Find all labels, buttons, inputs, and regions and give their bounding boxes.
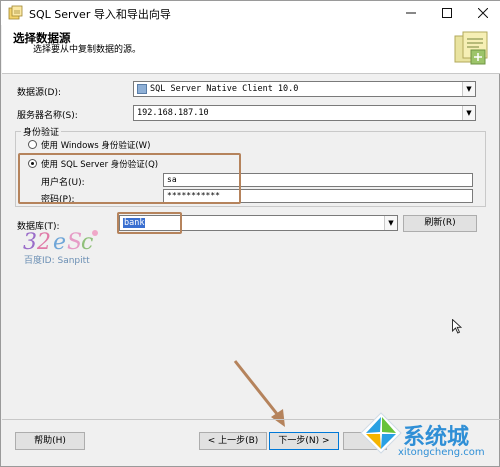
data-source-value: SQL Server Native Client 10.0 [150,84,299,94]
page-subtitle: 选择要从中复制数据的源。 [33,45,142,55]
svg-text:3: 3 [23,230,37,255]
help-button[interactable]: 帮助(H) [15,432,85,450]
chevron-down-icon[interactable]: ▼ [462,82,475,96]
baidu-logo-icon: 3 2 e S c [23,230,98,255]
back-button[interactable]: < 上一步(B) [199,432,267,450]
svg-text:c: c [81,230,93,255]
wizard-window: SQL Server 导入和导出向导 选择数据源 选择要从中复制数据的源。 数据… [0,0,500,467]
authentication-group-label: 身份验证 [21,125,62,138]
windows-auth-label[interactable]: 使用 Windows 身份验证(W) [41,139,150,151]
provider-icon [137,83,147,94]
site-url-watermark: xitongcheng.com [398,447,485,458]
sql-auth-highlight-box [18,153,241,204]
chevron-down-icon[interactable]: ▼ [462,106,475,120]
server-name-label: 服务器名称(S): [17,111,78,121]
title-bar[interactable]: SQL Server 导入和导出向导 [1,1,500,25]
window-title: SQL Server 导入和导出向导 [29,8,171,21]
mouse-cursor-icon [452,319,462,334]
svg-text:e: e [53,230,66,255]
svg-text:2: 2 [36,230,51,255]
server-name-value: 192.168.187.10 [137,108,209,118]
maximize-button[interactable] [429,1,465,25]
server-name-dropdown[interactable]: 192.168.187.10 ▼ [133,105,476,121]
database-highlight-box [117,212,182,234]
maximize-icon [442,8,452,18]
svg-text:S: S [67,230,82,255]
close-icon [478,8,488,18]
minimize-button[interactable] [393,1,429,25]
wizard-header-graphic-icon [454,31,488,65]
next-button[interactable]: 下一步(N) > [269,432,339,450]
baidu-id-watermark: 百度ID: Sanpitt [24,256,90,266]
xitongcheng-logo-icon [360,412,402,454]
chevron-down-icon[interactable]: ▼ [384,216,397,230]
windows-auth-radio[interactable] [28,140,37,149]
wizard-app-icon [8,5,23,20]
close-button[interactable] [465,1,500,25]
data-source-dropdown[interactable]: SQL Server Native Client 10.0 ▼ [133,81,476,97]
data-source-label: 数据源(D): [17,88,61,98]
minimize-icon [406,12,416,14]
refresh-button[interactable]: 刷新(R) [403,215,477,232]
